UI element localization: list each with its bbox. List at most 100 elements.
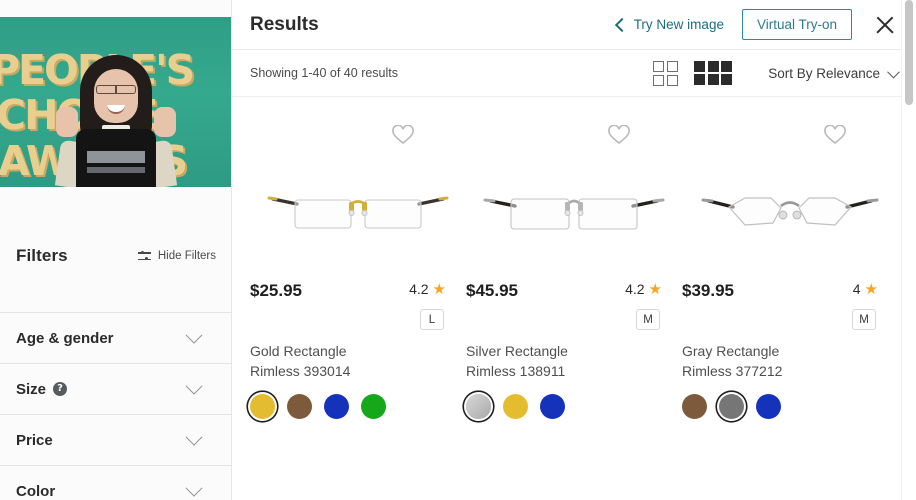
eyeglasses-image: [682, 177, 898, 239]
color-swatches: [466, 382, 682, 419]
color-swatch-blue[interactable]: [540, 393, 565, 419]
product-price: $45.95: [466, 281, 518, 300]
chevron-down-icon: [185, 428, 203, 446]
rating-value: 4.2: [409, 281, 429, 297]
rating-value: 4: [852, 281, 861, 297]
page-scrollbar[interactable]: [901, 0, 916, 500]
filter-label-size: Size: [16, 380, 47, 398]
hide-filters-button[interactable]: Hide Filters: [137, 250, 216, 262]
sort-label: Sort By Relevance: [768, 65, 880, 81]
color-swatch-brown[interactable]: [682, 393, 707, 419]
price-rating-row: $39.95 4 ★: [682, 277, 898, 303]
color-swatch-green[interactable]: [361, 393, 386, 419]
product-media: [682, 105, 898, 277]
product-price: $25.95: [250, 281, 302, 300]
rating-value: 4.2: [625, 281, 645, 297]
product-name: Gray Rectangle Rimless 377212: [682, 335, 862, 382]
product-name-line-1: Gray Rectangle: [682, 343, 780, 359]
results-panel: Results Try New image Virtual Try-on Sho…: [232, 0, 916, 500]
hide-filters-label: Hide Filters: [157, 250, 216, 262]
page-title: Results: [250, 13, 319, 35]
color-swatches: [682, 382, 898, 419]
photo-person: [52, 55, 180, 187]
color-swatch-gray[interactable]: [719, 393, 744, 419]
favorite-heart-icon[interactable]: [392, 124, 414, 145]
product-price: $39.95: [682, 281, 734, 300]
star-icon: ★: [648, 280, 662, 298]
filter-label-color: Color: [16, 482, 56, 500]
favorite-heart-icon[interactable]: [608, 124, 630, 145]
favorite-heart-icon[interactable]: [824, 124, 846, 145]
person-sweater-stripe-2: [87, 167, 145, 173]
size-badge: L: [420, 309, 444, 330]
filter-section-price[interactable]: Price: [0, 414, 231, 465]
virtual-tryon-app: PEOPLE'S CHOICE AWARDS Filters: [0, 0, 916, 500]
size-row: L: [250, 303, 466, 335]
chevron-left-icon: [614, 17, 629, 32]
star-icon: ★: [432, 280, 446, 298]
eyeglasses-image: [250, 177, 466, 239]
product-grid: $25.95 4.2 ★ L Gold Rectangle Rimless 39…: [232, 97, 916, 419]
product-name-line-1: Silver Rectangle: [466, 343, 568, 359]
scrollbar-thumb[interactable]: [905, 0, 913, 105]
price-rating-row: $45.95 4.2 ★: [466, 277, 682, 303]
size-row: M: [682, 303, 898, 335]
product-rating: 4.2 ★: [409, 281, 466, 297]
product-name-line-2: Rimless 393014: [250, 363, 351, 380]
price-rating-row: $25.95 4.2 ★: [250, 277, 466, 303]
sliders-icon: [137, 250, 151, 262]
chevron-down-icon: [185, 377, 203, 395]
product-rating: 4 ★: [853, 281, 898, 297]
person-face: [94, 69, 138, 123]
color-swatch-blue[interactable]: [324, 393, 349, 419]
size-row: M: [466, 303, 682, 335]
filter-section-color[interactable]: Color: [0, 465, 231, 500]
grid-2-column-view-button[interactable]: [653, 60, 679, 86]
color-swatch-brown[interactable]: [287, 393, 312, 419]
close-icon[interactable]: [874, 14, 896, 36]
color-swatch-gold[interactable]: [250, 393, 275, 419]
person-hand-left: [56, 107, 78, 137]
product-card[interactable]: $45.95 4.2 ★ M Silver Rectangle Rimless …: [466, 97, 682, 419]
filters-header: Filters Hide Filters: [0, 232, 231, 280]
product-name-line-2: Rimless 377212: [682, 363, 783, 380]
filters-title: Filters: [16, 246, 68, 265]
size-badge: M: [636, 309, 660, 330]
results-header: Results Try New image Virtual Try-on: [232, 0, 916, 50]
product-name-line-1: Gold Rectangle: [250, 343, 347, 359]
eyeglasses-image: [466, 177, 682, 239]
chevron-down-icon: [887, 65, 900, 78]
help-icon[interactable]: ?: [53, 382, 68, 396]
sort-dropdown[interactable]: Sort By Relevance: [768, 65, 902, 81]
virtual-tryon-button[interactable]: Virtual Try-on: [741, 8, 852, 41]
try-new-image-label: Try New image: [633, 17, 724, 32]
grid-3-column-view-button[interactable]: [694, 60, 733, 86]
filter-section-age-gender[interactable]: Age & gender: [0, 312, 231, 363]
person-hand-right: [154, 107, 176, 137]
product-card[interactable]: $25.95 4.2 ★ L Gold Rectangle Rimless 39…: [250, 97, 466, 419]
color-swatch-silver[interactable]: [466, 393, 491, 419]
results-count-label: Showing 1-40 of 40 results: [250, 66, 399, 80]
color-swatches: [250, 382, 466, 419]
color-swatch-gold[interactable]: [503, 393, 528, 419]
product-card[interactable]: $39.95 4 ★ M Gray Rectangle Rimless 3772…: [682, 97, 898, 419]
user-photo: PEOPLE'S CHOICE AWARDS: [0, 17, 231, 187]
product-rating: 4.2 ★: [625, 281, 682, 297]
try-new-image-link[interactable]: Try New image: [614, 17, 724, 32]
size-badge: M: [852, 309, 876, 330]
product-name-line-2: Rimless 138911: [466, 363, 566, 380]
chevron-down-icon: [185, 479, 203, 497]
product-media: [466, 105, 682, 277]
product-name: Gold Rectangle Rimless 393014: [250, 335, 430, 382]
filters-sidebar: PEOPLE'S CHOICE AWARDS Filters: [0, 0, 232, 500]
product-media: [250, 105, 466, 277]
product-name: Silver Rectangle Rimless 138911: [466, 335, 646, 382]
filter-section-size[interactable]: Size ?: [0, 363, 231, 414]
view-mode-toggles: Sort By Relevance: [653, 60, 902, 86]
filter-label-price: Price: [16, 431, 53, 449]
person-glasses: [96, 84, 136, 94]
color-swatch-blue[interactable]: [756, 393, 781, 419]
filter-sections: Age & gender Size ? Price Color: [0, 312, 231, 500]
person-sweater-stripe-1: [87, 151, 145, 163]
star-icon: ★: [864, 280, 878, 298]
